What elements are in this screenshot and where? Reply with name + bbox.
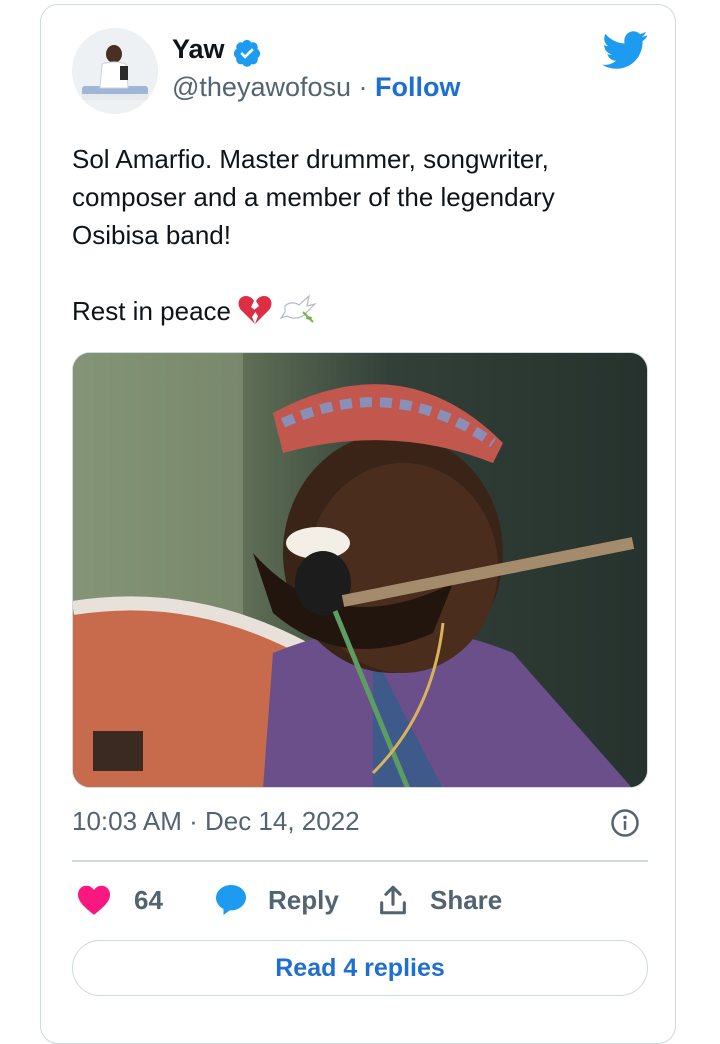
tweet-line-2: Rest in peace — [72, 292, 642, 336]
divider — [72, 860, 648, 862]
tweet-photo[interactable] — [72, 352, 648, 788]
share-button[interactable]: Share — [376, 878, 502, 922]
broken-heart-icon — [237, 294, 273, 336]
timestamp[interactable]: 10:03 AM · Dec 14, 2022 — [72, 806, 360, 837]
avatar-image — [72, 28, 158, 114]
like-button[interactable]: 64 — [76, 878, 163, 922]
separator: · — [358, 72, 368, 102]
handle-row: @theyawofosu · Follow — [172, 72, 461, 103]
action-bar: 64 Reply Share — [72, 878, 648, 922]
avatar[interactable] — [72, 28, 158, 114]
heart-icon — [78, 885, 110, 915]
follow-link[interactable]: Follow — [375, 72, 460, 102]
like-count: 64 — [134, 884, 163, 915]
share-icon — [380, 885, 406, 915]
reply-button[interactable]: Reply — [212, 878, 339, 922]
verified-badge-icon — [233, 39, 261, 67]
display-name[interactable]: Yaw — [172, 34, 225, 65]
tweet-text: Sol Amarfio. Master drummer, songwriter,… — [72, 140, 642, 336]
tweet-line-2-text: Rest in peace — [72, 296, 231, 326]
dove-icon — [279, 292, 319, 336]
share-label: Share — [430, 884, 503, 915]
tweet-photo-image — [73, 353, 647, 787]
read-replies-button[interactable]: Read 4 replies — [72, 940, 648, 996]
twitter-bird-icon[interactable] — [602, 30, 648, 70]
handle[interactable]: @theyawofosu — [172, 72, 351, 102]
info-icon[interactable] — [610, 808, 640, 838]
reply-label: Reply — [268, 884, 339, 915]
reply-bubble-icon — [216, 885, 246, 915]
tweet-line-1: Sol Amarfio. Master drummer, songwriter,… — [72, 144, 555, 250]
